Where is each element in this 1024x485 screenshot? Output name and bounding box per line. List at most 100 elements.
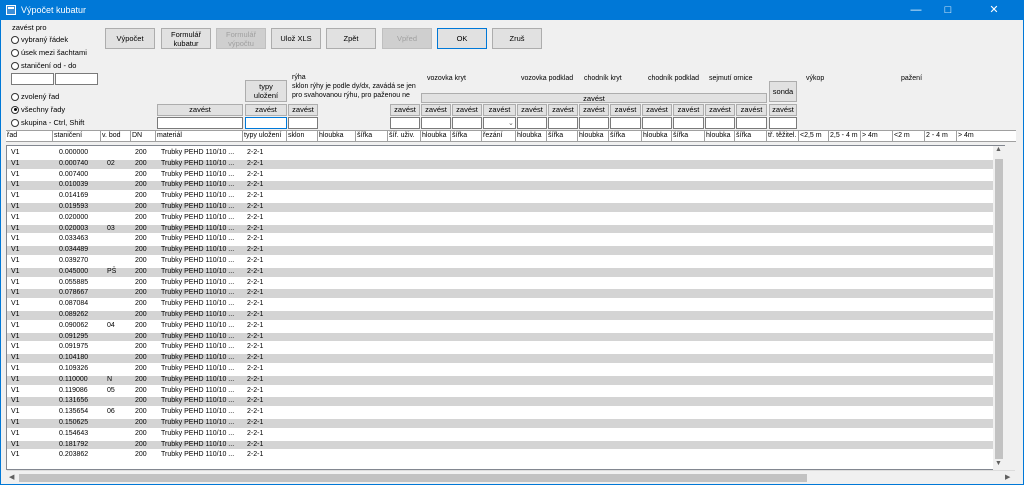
table-row[interactable]: V1 0.109326 200 Trubky PEHD 110/10 ... 2-2-1 <box>7 365 1004 374</box>
radio-selected-row[interactable]: vybraný řádek <box>11 35 68 44</box>
col-topsoil-width[interactable]: šířka <box>735 131 767 141</box>
vertical-scrollbar[interactable]: ▲ ▼ <box>993 146 1005 470</box>
col-road-depth[interactable]: hloubka <box>421 131 451 141</box>
table-row[interactable]: V1 0.181792 200 Trubky PEHD 110/10 ... 2-2-1 <box>7 440 1004 450</box>
apply-road-depth-button[interactable]: zavést <box>421 104 451 116</box>
table-row[interactable]: V1 0.131656 200 Trubky PEHD 110/10 ... 2-2-1 <box>7 397 1004 407</box>
col-slope[interactable]: sklon <box>287 131 318 141</box>
road-depth-input[interactable] <box>421 117 451 129</box>
chainage-to-input[interactable] <box>55 73 98 85</box>
col-material[interactable]: materiál <box>156 131 243 141</box>
table-row[interactable]: V1 0.087084 200 Trubky PEHD 110/10 ... 2-2-1 <box>7 300 1004 309</box>
table-row[interactable]: V1 0.034489 200 Trubky PEHD 110/10 ... 2-2-1 <box>7 246 1004 255</box>
table-row[interactable]: V1 0.119086 05 200 Trubky PEHD 110/10 ... 2-2… <box>7 387 1004 396</box>
apply-roads-button[interactable]: zavést <box>421 93 767 103</box>
col-shore-lt2[interactable]: <2 m <box>893 131 925 141</box>
base-width-input[interactable] <box>548 117 578 129</box>
scroll-right-icon[interactable]: ▶ <box>1005 473 1010 481</box>
col-topsoil-depth[interactable]: hloubka <box>705 131 735 141</box>
scroll-down-icon[interactable]: ▼ <box>995 460 1002 467</box>
col-exc-gt4[interactable]: > 4m <box>861 131 893 141</box>
apply-sw-base-depth-button[interactable]: zavést <box>642 104 672 116</box>
table-row[interactable]: V1 0.110000 N 200 Trubky PEHD 110/10 ... 2-2-… <box>7 375 1004 385</box>
apply-topsoil-width-button[interactable]: zavést <box>736 104 767 116</box>
back-button[interactable]: Zpět <box>326 28 376 49</box>
table-row[interactable]: V1 0.203862 200 Trubky PEHD 110/10 ... 2-2-1 <box>7 451 1004 460</box>
close-button[interactable]: ✕ <box>965 1 1023 20</box>
table-row[interactable]: V1 0.154643 200 Trubky PEHD 110/10 ... 2-2-1 <box>7 430 1004 439</box>
radio-chainage-range[interactable]: staničení od - do <box>11 61 76 70</box>
calculate-button[interactable]: Výpočet <box>105 28 155 49</box>
col-exc-lt25[interactable]: <2,5 m <box>799 131 829 141</box>
probe-button[interactable]: sonda <box>769 81 797 102</box>
apply-width-button[interactable]: zavést <box>390 104 420 116</box>
col-shore-gt4[interactable]: > 4m <box>957 131 1016 141</box>
col-point[interactable]: v. bod <box>101 131 131 141</box>
form-kubatur-button[interactable]: Formulář kubatur <box>161 28 211 49</box>
base-depth-input[interactable] <box>517 117 547 129</box>
apply-base-width-button[interactable]: zavést <box>548 104 578 116</box>
apply-sidewalk-depth-button[interactable]: zavést <box>579 104 609 116</box>
col-sw-width[interactable]: šířka <box>609 131 642 141</box>
col-shore-2-4[interactable]: 2 - 4 m <box>925 131 957 141</box>
radio-chosen-line[interactable]: zvolený řad <box>11 92 59 101</box>
table-row[interactable]: V1 0.014169 200 Trubky PEHD 110/10 ... 2-2-1 <box>7 192 1004 201</box>
radio-all-lines[interactable]: všechny řady <box>11 105 65 114</box>
apply-laying-button[interactable]: zavést <box>245 104 287 116</box>
apply-road-width-button[interactable]: zavést <box>452 104 482 116</box>
chainage-from-input[interactable] <box>11 73 54 85</box>
sw-base-width-input[interactable] <box>673 117 704 129</box>
table-row[interactable]: V1 0.089262 200 Trubky PEHD 110/10 ... 2-2-1 <box>7 311 1004 320</box>
table-row[interactable]: V1 0.019593 200 Trubky PEHD 110/10 ... 2-2-1 <box>7 203 1004 212</box>
road-width-input[interactable] <box>452 117 482 129</box>
table-row[interactable]: V1 0.055885 200 Trubky PEHD 110/10 ... 2-2-1 <box>7 279 1004 288</box>
col-swb-width[interactable]: šířka <box>672 131 705 141</box>
topsoil-depth-input[interactable] <box>705 117 735 129</box>
col-base-depth[interactable]: hloubka <box>516 131 547 141</box>
sidewalk-depth-input[interactable] <box>579 117 609 129</box>
table-row[interactable]: V1 0.020003 03 200 Trubky PEHD 110/10 ... 2-2… <box>7 224 1004 234</box>
table-row[interactable]: V1 0.091975 200 Trubky PEHD 110/10 ... 2-2-1 <box>7 343 1004 352</box>
sw-base-depth-input[interactable] <box>642 117 672 129</box>
table-row[interactable]: V1 0.078667 200 Trubky PEHD 110/10 ... 2-2-1 <box>7 289 1004 299</box>
col-road-width[interactable]: šířka <box>451 131 482 141</box>
col-depth[interactable]: hloubka <box>318 131 356 141</box>
col-user-width[interactable]: šíř. uživ. <box>388 131 421 141</box>
apply-topsoil-depth-button[interactable]: zavést <box>705 104 735 116</box>
topsoil-width-input[interactable] <box>736 117 767 129</box>
minimize-button[interactable]: — <box>901 1 931 20</box>
table-row[interactable]: V1 0.007400 200 Trubky PEHD 110/10 ... 2-2-1 <box>7 171 1004 180</box>
ok-button[interactable]: OK <box>437 28 487 49</box>
radio-section-manholes[interactable]: úsek mezi šachtami <box>11 48 87 57</box>
scroll-left-icon[interactable]: ◀ <box>9 473 14 481</box>
radio-group-ctrl-shift[interactable]: skupina - Ctrl, Shift <box>11 118 84 127</box>
material-input[interactable] <box>157 117 243 129</box>
col-swb-depth[interactable]: hloubka <box>642 131 672 141</box>
apply-material-button[interactable]: zavést <box>157 104 243 116</box>
col-class[interactable]: tř. těžitel. <box>767 131 799 141</box>
col-cutting[interactable]: řezání <box>482 131 516 141</box>
apply-base-depth-button[interactable]: zavést <box>517 104 547 116</box>
apply-cutting-button[interactable]: zavést <box>483 104 516 116</box>
col-chainage[interactable]: staničení <box>53 131 101 141</box>
apply-sw-base-width-button[interactable]: zavést <box>673 104 704 116</box>
sidewalk-width-input[interactable] <box>610 117 641 129</box>
horizontal-scrollbar[interactable]: ◀ ▶ <box>7 470 1015 484</box>
table-row[interactable]: V1 0.033463 200 Trubky PEHD 110/10 ... 2-2-1 <box>7 235 1004 244</box>
scroll-up-icon[interactable]: ▲ <box>995 146 1002 153</box>
data-grid[interactable]: V1 0.000000 200 Trubky PEHD 110/10 ... 2-2-1… <box>6 145 1005 470</box>
laying-types-button[interactable]: typy uložení <box>245 80 287 102</box>
horizontal-scroll-thumb[interactable] <box>19 474 807 482</box>
cutting-select[interactable]: ⌄ <box>483 117 516 129</box>
table-row[interactable]: V1 0.150625 200 Trubky PEHD 110/10 ... 2-2-1 <box>7 419 1004 428</box>
col-laying[interactable]: typy uložení <box>243 131 287 141</box>
width-input[interactable] <box>390 117 420 129</box>
col-base-width[interactable]: šířka <box>547 131 578 141</box>
forward-button[interactable]: Vpřed <box>382 28 432 49</box>
col-dn[interactable]: DN <box>131 131 156 141</box>
maximize-button[interactable]: □ <box>933 1 963 20</box>
apply-slope-button[interactable]: zavést <box>288 104 318 116</box>
table-row[interactable]: V1 0.045000 PŠ 200 Trubky PEHD 110/10 ... 2-2… <box>7 267 1004 277</box>
col-width[interactable]: šířka <box>356 131 388 141</box>
cancel-button[interactable]: Zruš <box>492 28 542 49</box>
